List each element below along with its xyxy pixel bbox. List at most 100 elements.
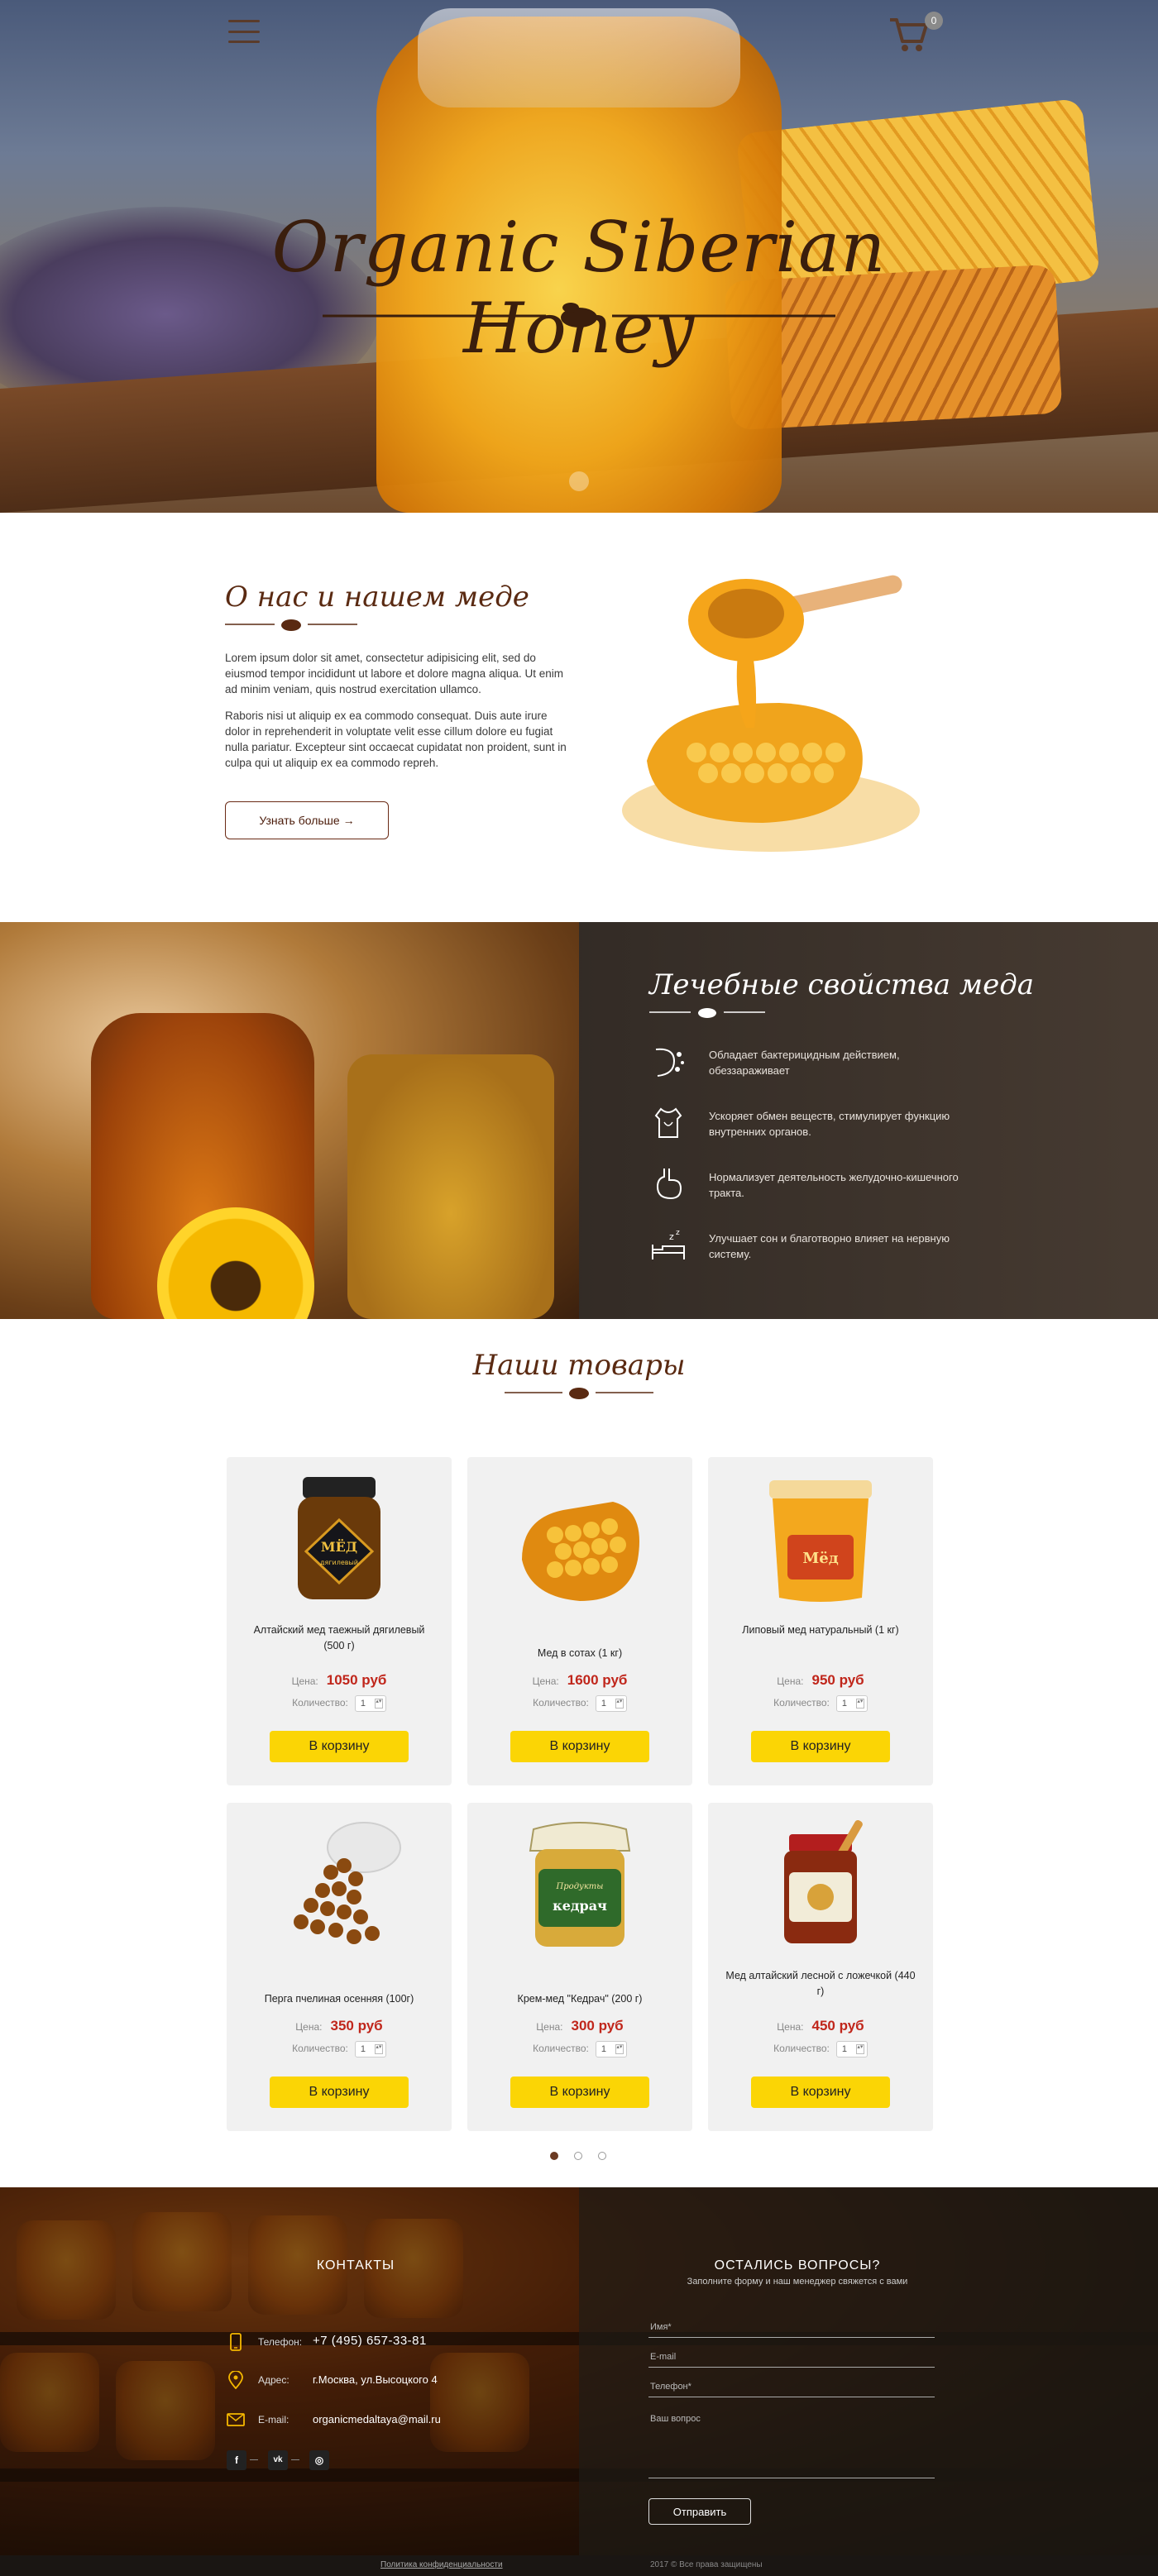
jar-neck	[418, 8, 740, 108]
divider	[291, 2459, 299, 2460]
scroll-down-button[interactable]	[569, 471, 589, 491]
healing-properties-section: Лечебные свойства меда Обладает бактериц…	[0, 922, 1158, 1319]
quantity-stepper[interactable]: 1 ▴▾	[835, 2041, 868, 2057]
add-to-cart-button[interactable]: В корзину	[751, 2077, 890, 2108]
product-image	[294, 1822, 401, 1944]
product-card: Мед в сотах (1 кг) Цена: 1600 руб Количес…	[467, 1457, 692, 1785]
product-image: Продукты кедрач	[529, 1822, 631, 1947]
product-card: МЁД дягилевый Алтайский мед таежный дяги…	[227, 1457, 452, 1785]
send-button[interactable]: Отправить	[648, 2498, 751, 2525]
add-to-cart-button[interactable]: В корзину	[510, 1731, 649, 1762]
phone-value[interactable]: +7 (495) 657-33-81	[313, 2334, 427, 2348]
instagram-icon[interactable]: ◎	[309, 2450, 329, 2470]
cart-count-badge: 0	[925, 12, 943, 30]
bacteria-icon	[655, 1048, 684, 1077]
bee-ornament-icon	[505, 1388, 653, 1399]
pagination-dot-1[interactable]	[550, 2152, 558, 2160]
add-to-cart-button[interactable]: В корзину	[751, 1731, 890, 1762]
about-title: О нас и нашем меде	[225, 581, 529, 614]
email-label: E-mail:	[258, 2414, 290, 2425]
quantity-label: Количество:	[773, 2043, 830, 2055]
product-card: Мед алтайский лесной с ложечкой (440 г) …	[708, 1803, 933, 2131]
pagination-dot-3[interactable]	[598, 2152, 606, 2160]
price-label: Цена:	[295, 2021, 323, 2033]
contact-phone-row: Телефон: +7 (495) 657-33-81	[227, 2333, 524, 2353]
price-row: Цена: 1050 руб	[227, 1672, 452, 1689]
phone-field[interactable]	[648, 2376, 935, 2397]
contacts-title: КОНТАКТЫ	[316, 2258, 395, 2273]
properties-title: Лечебные свойства меда	[649, 968, 1035, 1001]
property-text: Ускоряет обмен веществ, стимулирует функ…	[709, 1110, 950, 1138]
quantity-row: Количество: 1 ▴▾	[708, 2041, 933, 2057]
vk-icon[interactable]: vk	[268, 2450, 288, 2470]
hamburger-menu-icon[interactable]	[228, 20, 260, 43]
price-label: Цена:	[532, 1675, 559, 1687]
price-label: Цена:	[536, 2021, 563, 2033]
product-image: МЁД дягилевый	[298, 1477, 380, 1599]
mail-icon	[227, 2413, 245, 2426]
hero-title: Organic Siberian Honey	[271, 207, 887, 369]
quantity-row: Количество: 1 ▴▾	[708, 1695, 933, 1712]
jar-label-text: МЁД	[321, 1538, 357, 1555]
add-to-cart-button[interactable]: В корзину	[270, 1731, 409, 1762]
property-text: Обладает бактерицидным действием, обезза…	[709, 1049, 900, 1077]
body-icon	[654, 1107, 682, 1138]
address-label: Адрес:	[258, 2374, 290, 2386]
address-value: г.Москва, ул.Высоцкого 4	[313, 2373, 438, 2386]
add-to-cart-button[interactable]: В корзину	[270, 2077, 409, 2108]
product-name: Перга пчелиная осенняя (100г)	[264, 1993, 414, 2005]
products-title: Наши товары	[472, 1349, 686, 1382]
price-label: Цена:	[777, 2021, 804, 2033]
property-text: Улучшает сон и благотворно влияет на нер…	[709, 1232, 950, 1260]
svg-text:z: z	[669, 1231, 674, 1242]
product-price: 1600 руб	[567, 1672, 628, 1688]
name-field[interactable]	[648, 2316, 935, 2338]
add-to-cart-button[interactable]: В корзину	[510, 2077, 649, 2108]
price-row: Цена: 450 руб	[708, 2018, 933, 2034]
quantity-label: Количество:	[773, 1697, 830, 1709]
bottom-bar: Политика конфиденциальности 2017 © Все п…	[0, 2555, 1158, 2576]
pollen-jar-image	[347, 1054, 554, 1319]
email-value[interactable]: organicmedaltaya@mail.ru	[313, 2413, 441, 2425]
quantity-stepper[interactable]: 1 ▴▾	[354, 2041, 386, 2057]
jar-sublabel-text: дягилевый	[320, 1559, 358, 1566]
phone-label: Телефон:	[258, 2336, 303, 2348]
quantity-stepper[interactable]: 1 ▴▾	[595, 1695, 627, 1712]
product-image	[784, 1819, 863, 1943]
quantity-label: Количество:	[533, 2043, 589, 2055]
bee-ornament-icon	[225, 619, 357, 631]
price-label: Цена:	[291, 1675, 318, 1687]
price-label: Цена:	[777, 1675, 804, 1687]
learn-more-button[interactable]: Узнать больше →	[225, 801, 389, 839]
divider	[250, 2459, 258, 2460]
privacy-policy-link[interactable]: Политика конфиденциальности	[380, 2560, 503, 2569]
email-field[interactable]	[648, 2346, 935, 2368]
jar-label-text: Продукты	[556, 1882, 604, 1891]
quantity-stepper[interactable]: 1 ▴▾	[835, 1695, 868, 1712]
pagination-dot-2[interactable]	[574, 2152, 582, 2160]
property-item: Нормализует деятельность желудочно-кишеч…	[649, 1165, 980, 1207]
product-name: Мед в сотах (1 кг)	[537, 1647, 623, 1659]
stomach-icon	[656, 1169, 682, 1200]
product-name: Алтайский мед таежный дягилевый (500 г)	[253, 1624, 425, 1651]
quantity-stepper[interactable]: 1 ▴▾	[354, 1695, 386, 1712]
quantity-stepper[interactable]: 1 ▴▾	[595, 2041, 627, 2057]
about-paragraph: Lorem ipsum dolor sit amet, consectetur …	[225, 652, 563, 695]
svg-text:z: z	[676, 1229, 680, 1237]
product-price: 450 руб	[811, 2018, 864, 2034]
bee-ornament-icon	[323, 303, 835, 327]
product-price: 950 руб	[811, 1672, 864, 1688]
hero-section: 0 Organic Siberian Honey	[0, 0, 1158, 513]
facebook-icon[interactable]: f	[227, 2450, 246, 2470]
quantity-row: Количество: 1 ▴▾	[227, 1695, 452, 1712]
property-item: zz Улучшает сон и благотворно влияет на …	[649, 1226, 980, 1268]
question-field[interactable]	[648, 2412, 935, 2478]
bee-ornament-icon	[649, 1008, 765, 1018]
form-subtitle: Заполните форму и наш менеджер свяжется …	[687, 2277, 908, 2287]
products-section: Наши товары МЁД дягилевый Алтайский мед …	[0, 1319, 1158, 2187]
honey-dipper-image	[622, 575, 920, 852]
price-row: Цена: 1600 руб	[467, 1672, 692, 1689]
location-pin-icon	[228, 2371, 243, 2389]
jar-label-text: кедрач	[553, 1898, 607, 1914]
contact-address-row: Адрес: г.Москва, ул.Высоцкого 4	[227, 2371, 524, 2391]
